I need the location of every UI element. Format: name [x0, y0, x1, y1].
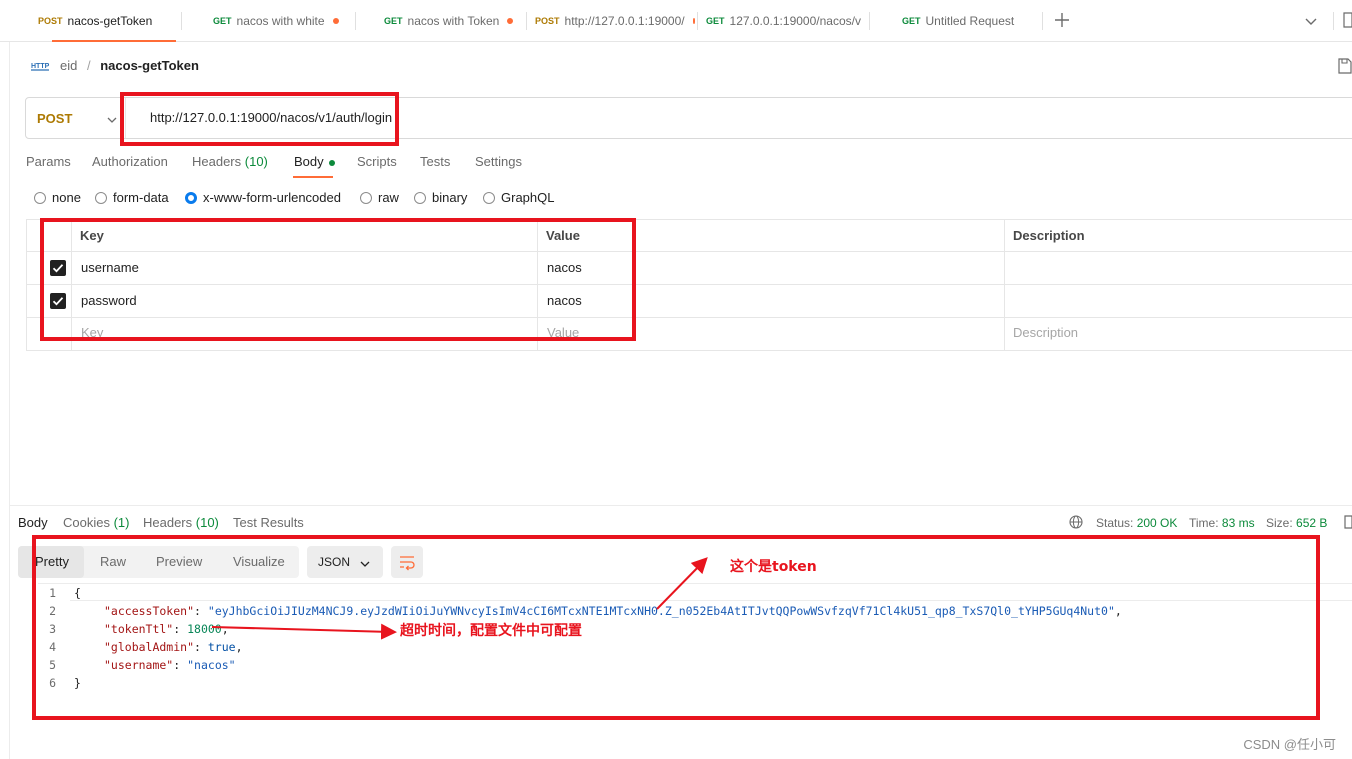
watermark: CSDN @任小可 [1243, 737, 1336, 752]
annotation-token-label: 这个是token [730, 559, 817, 575]
arrow-to-token-label [656, 557, 708, 610]
arrow-to-ttl-label [211, 623, 397, 640]
annotation-ttl-label: 超时时间，配置文件中可配置 [400, 623, 582, 639]
annotation-arrows [211, 557, 708, 640]
